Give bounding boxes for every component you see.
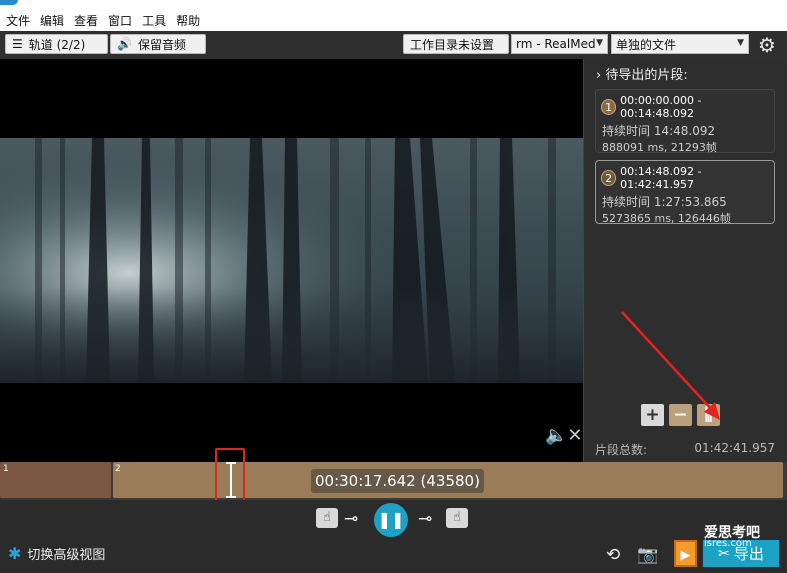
tracks-button[interactable]: ☰ 轨道 (2/2) xyxy=(5,34,108,54)
plus-icon[interactable]: + xyxy=(641,404,664,426)
output-mode-select[interactable]: 单独的文件 ▼ xyxy=(611,34,749,54)
segment-label: 1 xyxy=(3,464,9,474)
keep-audio-label: 保留音频 xyxy=(137,37,186,52)
minus-icon[interactable]: − xyxy=(669,404,692,426)
segment-number-badge: 2 xyxy=(601,170,617,186)
segment-label: 2 xyxy=(115,464,121,474)
playback-controls: ☝ ⊸ ❚❚ ⊸ ☝ ✱ 切换高级视图 ⟲ 📷 ▶ ✂ 导出 爱思考吧 isre… xyxy=(0,500,787,573)
video-player[interactable]: 🔈✕ xyxy=(0,59,583,462)
total-label: 片段总数: xyxy=(595,443,648,457)
current-time-display: 00:30:17.642 (43580) xyxy=(311,469,484,493)
total-value: 01:42:41.957 xyxy=(694,441,775,455)
speaker-icon: 🔊 xyxy=(117,37,132,51)
segment-number-badge: 1 xyxy=(601,99,617,115)
hand-icon[interactable]: ☝ xyxy=(446,508,468,528)
format-value: rm - RealMed xyxy=(516,37,596,51)
play-icon[interactable]: ▶ xyxy=(674,540,697,567)
segment-detail: 888091 ms, 21293帧 xyxy=(602,141,717,154)
mute-icon[interactable]: 🔈✕ xyxy=(545,425,583,446)
menu-tools[interactable]: 工具 xyxy=(142,12,166,29)
segment-duration: 持续时间 14:48.092 xyxy=(602,124,716,138)
menu-help[interactable]: 帮助 xyxy=(176,12,200,29)
sidebar-header[interactable]: › 待导出的片段: xyxy=(596,64,688,83)
format-select[interactable]: rm - RealMed ▼ xyxy=(511,34,608,54)
chevron-down-icon: ▼ xyxy=(596,38,603,48)
menu-lines-icon: ☰ xyxy=(12,37,23,51)
menu-bar: 文件 编辑 查看 窗口 工具 帮助 xyxy=(0,9,787,31)
workdir-button[interactable]: 工作目录未设置 xyxy=(403,34,509,54)
segment-action-buttons: + − ⫼ xyxy=(641,404,720,426)
watermark-url: isres.com xyxy=(704,538,752,549)
gear-icon[interactable]: ⚙ xyxy=(756,34,778,56)
menu-view[interactable]: 查看 xyxy=(74,12,98,29)
tracks-label: 轨道 (2/2) xyxy=(28,37,86,52)
chevron-down-icon: ▼ xyxy=(737,38,744,48)
segments-sidebar: › 待导出的片段: 1 00:00:00.000 - 00:14:48.092 … xyxy=(583,59,787,462)
menu-file[interactable]: 文件 xyxy=(6,12,30,29)
key-icon[interactable]: ⊸ xyxy=(418,509,432,529)
menu-edit[interactable]: 编辑 xyxy=(40,12,64,29)
advanced-view-toggle[interactable]: ✱ 切换高级视图 xyxy=(8,544,105,563)
advanced-view-label: 切换高级视图 xyxy=(27,548,106,563)
segment-range: 00:14:48.092 - 01:42:41.957 xyxy=(620,165,702,191)
sidebar-title: 待导出的片段: xyxy=(605,68,688,83)
toolbar: ☰ 轨道 (2/2) 🔊 保留音频 工作目录未设置 rm - RealMed ▼… xyxy=(0,31,787,59)
timeline[interactable]: 1 2 00:30:17.642 (43580) xyxy=(0,448,787,510)
video-frame xyxy=(0,138,583,383)
rotate-icon[interactable]: ⟲ xyxy=(606,545,620,565)
workdir-label: 工作目录未设置 xyxy=(410,37,495,52)
hand-icon[interactable]: ☝ xyxy=(316,508,338,528)
forest-scene-image xyxy=(0,138,583,383)
title-strip xyxy=(0,0,787,9)
output-mode-value: 单独的文件 xyxy=(616,37,677,52)
pause-button[interactable]: ❚❚ xyxy=(374,503,408,537)
camera-icon[interactable]: 📷 xyxy=(637,545,658,565)
keep-audio-button[interactable]: 🔊 保留音频 xyxy=(110,34,206,54)
segment-detail: 5273865 ms, 126446帧 xyxy=(602,212,731,225)
segment-card-2[interactable]: 2 00:14:48.092 - 01:42:41.957 持续时间 1:27:… xyxy=(595,160,775,225)
timeline-segment-1[interactable]: 1 xyxy=(0,462,111,498)
key-icon[interactable]: ⊸ xyxy=(344,509,358,529)
segment-card-1[interactable]: 1 00:00:00.000 - 00:14:48.092 持续时间 14:48… xyxy=(595,89,775,154)
menu-window[interactable]: 窗口 xyxy=(108,12,132,29)
chevron-right-icon: › xyxy=(596,68,602,83)
app-logo-fragment xyxy=(0,0,18,5)
segment-range: 00:00:00.000 - 00:14:48.092 xyxy=(620,94,702,120)
person-icon: ✱ xyxy=(8,544,22,563)
split-icon[interactable]: ⫼ xyxy=(697,404,720,426)
segment-duration: 持续时间 1:27:53.865 xyxy=(602,195,727,209)
app-window: ☰ 轨道 (2/2) 🔊 保留音频 工作目录未设置 rm - RealMed ▼… xyxy=(0,31,787,573)
